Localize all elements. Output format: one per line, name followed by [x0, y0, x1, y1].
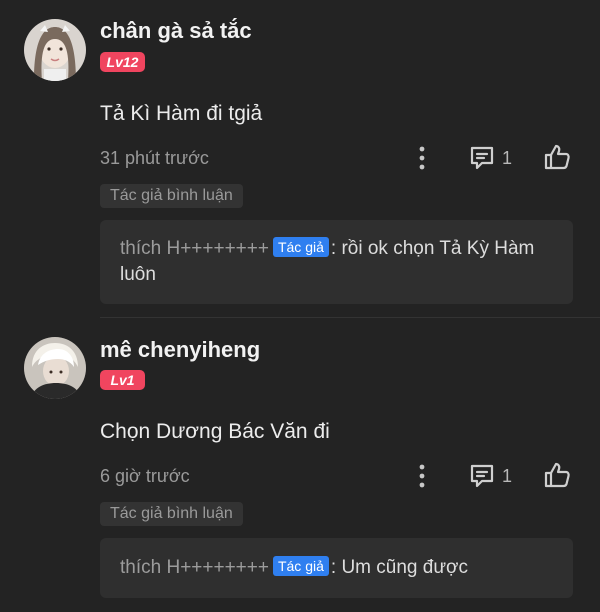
timestamp: 6 giờ trước: [100, 466, 190, 486]
avatar[interactable]: [24, 337, 86, 399]
username[interactable]: chân gà sả tắc: [100, 18, 252, 44]
reply-count: 1: [502, 466, 513, 486]
author-commented-tag: Tác giả bình luận: [100, 184, 243, 208]
reply-text: : Um cũng được: [330, 557, 469, 578]
reply-username[interactable]: thích H++++++++: [120, 557, 269, 578]
thumbs-up-icon[interactable]: [542, 142, 572, 172]
comment-text: Chọn Dương Bác Văn đi: [100, 420, 330, 443]
comment-icon: [468, 144, 496, 172]
reply-preview[interactable]: thích H++++++++ Tác giả: rồi ok chọn Tả K…: [100, 220, 573, 304]
timestamp: 31 phút trước: [100, 148, 209, 168]
author-commented-tag: Tác giả bình luận: [100, 502, 243, 526]
more-vertical-icon[interactable]: [412, 463, 432, 489]
author-badge: Tác giả: [272, 237, 329, 257]
level-badge: Lv12: [100, 52, 145, 72]
level-badge: Lv1: [100, 370, 145, 390]
comment-icon: [468, 462, 496, 490]
username[interactable]: mê chenyiheng: [100, 337, 260, 363]
thumbs-up-icon[interactable]: [542, 460, 572, 490]
divider: [100, 317, 600, 318]
avatar[interactable]: [24, 19, 86, 81]
comment-text: Tả Kì Hàm đi tgiả: [100, 102, 263, 125]
reply-button[interactable]: 1: [468, 144, 518, 172]
reply-count: 1: [502, 148, 513, 168]
author-badge: Tác giả: [272, 556, 329, 576]
reply-preview[interactable]: thích H++++++++ Tác giả: Um cũng được: [100, 538, 573, 598]
reply-username[interactable]: thích H++++++++: [120, 238, 269, 259]
more-vertical-icon[interactable]: [412, 145, 432, 171]
reply-button[interactable]: 1: [468, 462, 518, 490]
